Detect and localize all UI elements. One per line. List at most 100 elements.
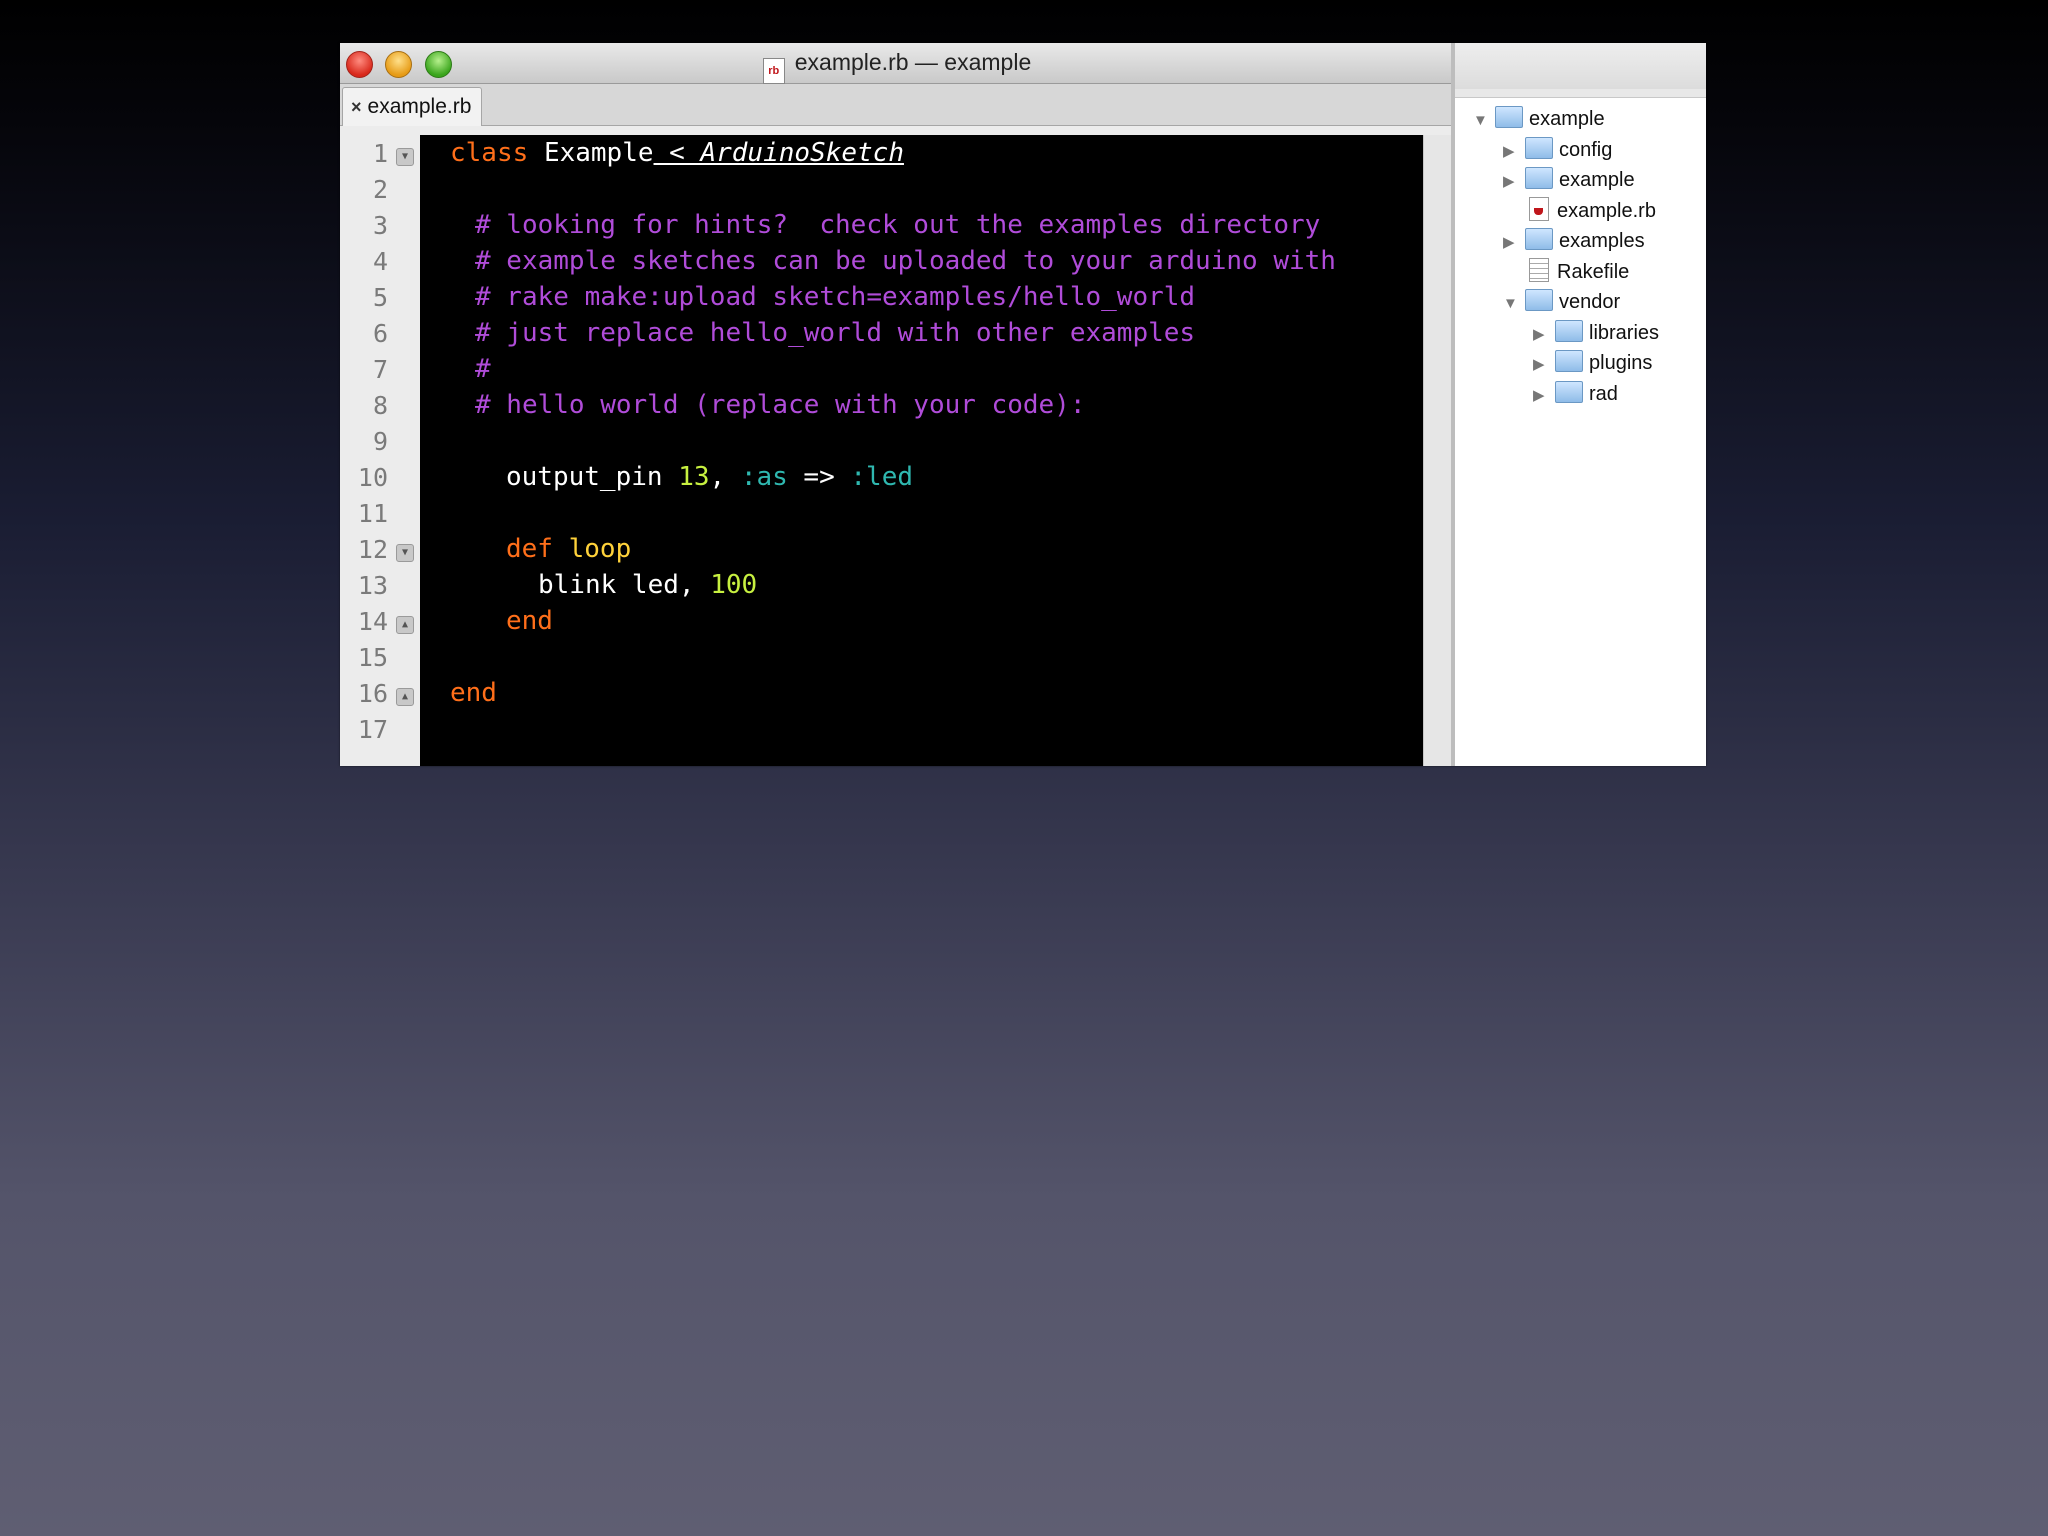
tree-item-label: examples [1559, 230, 1645, 252]
folder-icon [1525, 228, 1553, 250]
folder-icon [1525, 167, 1553, 189]
code-line-16: end [450, 675, 497, 711]
tree-item-plugins[interactable]: ▶ plugins [1533, 349, 1652, 377]
tree-item-rad[interactable]: ▶ rad [1533, 380, 1618, 408]
method-name: loop [568, 534, 632, 564]
tab-example-rb[interactable]: × example.rb [342, 87, 483, 126]
line-number: 4 [372, 247, 388, 276]
code-line-7: # [475, 354, 491, 384]
disclosure-collapsed-icon[interactable]: ▶ [1533, 351, 1549, 379]
code-line-4: # example sketches can be uploaded to yo… [475, 246, 1336, 276]
fold-end-icon[interactable]: ▲ [396, 688, 414, 706]
disclosure-expanded-icon[interactable]: ▼ [1503, 290, 1519, 318]
tree-item-label: config [1559, 138, 1613, 161]
drawer-header-strip [1455, 89, 1706, 98]
ruby-file-icon [1529, 196, 1549, 221]
line-number: 1 [372, 139, 388, 168]
tree-item-example-rb[interactable]: example.rb [1503, 196, 1656, 225]
number-literal: 13 [678, 462, 710, 492]
line-number: 11 [357, 499, 388, 528]
folder-icon [1525, 289, 1553, 311]
line-number: 17 [357, 715, 388, 744]
fold-start-icon[interactable]: ▼ [396, 544, 414, 562]
tree-item-label: rad [1589, 382, 1618, 405]
line-number: 7 [372, 355, 388, 384]
code-line-13: blink led, 100 [538, 567, 757, 603]
tree-item-label: vendor [1559, 291, 1621, 313]
line-number: 8 [372, 391, 388, 420]
fold-end-icon[interactable]: ▲ [396, 616, 414, 634]
method-call: blink led, [538, 570, 711, 600]
tab-label: example.rb [367, 95, 472, 118]
tree-item-label: plugins [1589, 352, 1653, 374]
tree-item-label: libraries [1589, 321, 1660, 344]
line-number: 14 [357, 607, 388, 636]
line-number: 16 [357, 679, 388, 708]
code-line-10: output_pin 13, :as => :led [506, 459, 913, 495]
keyword: class [450, 138, 529, 168]
window-title: example.rb — example [794, 49, 1032, 75]
folder-icon [1555, 350, 1583, 372]
tree-item-rakefile[interactable]: Rakefile [1503, 257, 1630, 286]
keyword: def [506, 534, 553, 564]
code-line-12: def loop [506, 531, 631, 567]
tree-item-libraries[interactable]: ▶ libraries [1533, 319, 1659, 347]
line-number: 9 [372, 427, 388, 456]
disclosure-collapsed-icon[interactable]: ▶ [1503, 138, 1519, 166]
number-literal: 100 [710, 570, 758, 600]
drawer-header [1455, 43, 1706, 90]
symbol-literal: :as [740, 462, 788, 492]
hash-arrow: => [787, 462, 851, 492]
line-number: 5 [372, 283, 388, 312]
tree-item-label: Rakefile [1557, 260, 1630, 283]
tree-item-config[interactable]: ▶ config [1503, 136, 1612, 164]
disclosure-collapsed-icon[interactable]: ▶ [1533, 321, 1549, 349]
code-editor[interactable]: class Example < ArduinoSketch # looking … [420, 135, 1423, 766]
tree-item-label: example [1529, 108, 1605, 130]
disclosure-collapsed-icon[interactable]: ▶ [1503, 229, 1519, 257]
code-line-5: # rake make:upload sketch=examples/hello… [475, 282, 1196, 312]
tree-item-label: example.rb [1557, 199, 1656, 222]
line-number: 2 [372, 175, 388, 204]
line-number: 6 [372, 319, 388, 348]
disclosure-collapsed-icon[interactable]: ▶ [1533, 382, 1549, 410]
vertical-scrollbar[interactable] [1423, 135, 1452, 766]
title-bar[interactable]: rb example.rb — example [340, 43, 1454, 84]
tree-item-example[interactable]: ▶ example [1503, 166, 1635, 194]
punctuation: , [709, 462, 741, 492]
line-number: 15 [357, 643, 388, 672]
code-line-8: # hello world (replace with your code): [475, 390, 1086, 420]
line-number: 13 [357, 571, 388, 600]
method-call: output_pin [506, 462, 679, 492]
folder-icon [1555, 380, 1583, 403]
folder-icon [1495, 106, 1523, 128]
tree-item-example[interactable]: ▼ example [1473, 105, 1605, 133]
fold-start-icon[interactable]: ▼ [396, 148, 414, 166]
code-line-1: class Example < ArduinoSketch [450, 135, 904, 171]
symbol-literal: :led [850, 462, 914, 492]
code-line-6: # just replace hello_world with other ex… [475, 318, 1196, 348]
folder-icon [1555, 319, 1583, 342]
line-number: 10 [357, 463, 388, 492]
tree-item-examples[interactable]: ▶ examples [1503, 227, 1645, 255]
code-line-3: # looking for hints? check out the examp… [475, 210, 1321, 240]
project-drawer: ▼ example ▶ config ▶ example example.rb ▶ exampl… [1455, 43, 1706, 766]
tree-item-vendor[interactable]: ▼ vendor [1503, 288, 1620, 316]
keyword: end [506, 606, 553, 636]
close-tab-icon[interactable]: × [351, 97, 362, 117]
code-line-14: end [506, 603, 553, 639]
superclass: < ArduinoSketch [653, 138, 904, 168]
disclosure-collapsed-icon[interactable]: ▶ [1503, 168, 1519, 196]
class-name: Example [543, 138, 654, 168]
tab-bar: × example.rb [340, 84, 1454, 126]
editor-window: rb example.rb — example × example.rb 1 ▼ 2 3 4… [340, 43, 1706, 766]
disclosure-expanded-icon[interactable]: ▼ [1473, 107, 1489, 135]
tree-item-label: example [1559, 169, 1635, 191]
keyword: end [450, 678, 497, 708]
window-title-wrap: rb example.rb — example [340, 49, 1454, 84]
line-number: 12 [357, 535, 388, 564]
text-file-icon [1529, 257, 1549, 282]
folder-icon [1525, 136, 1553, 159]
line-number: 3 [372, 211, 388, 240]
line-number-gutter: 1 ▼ 2 3 4 5 6 7 8 9 10 11 12 ▼ 13 14 ▲ 15 16 ▲ 17 [340, 135, 420, 765]
